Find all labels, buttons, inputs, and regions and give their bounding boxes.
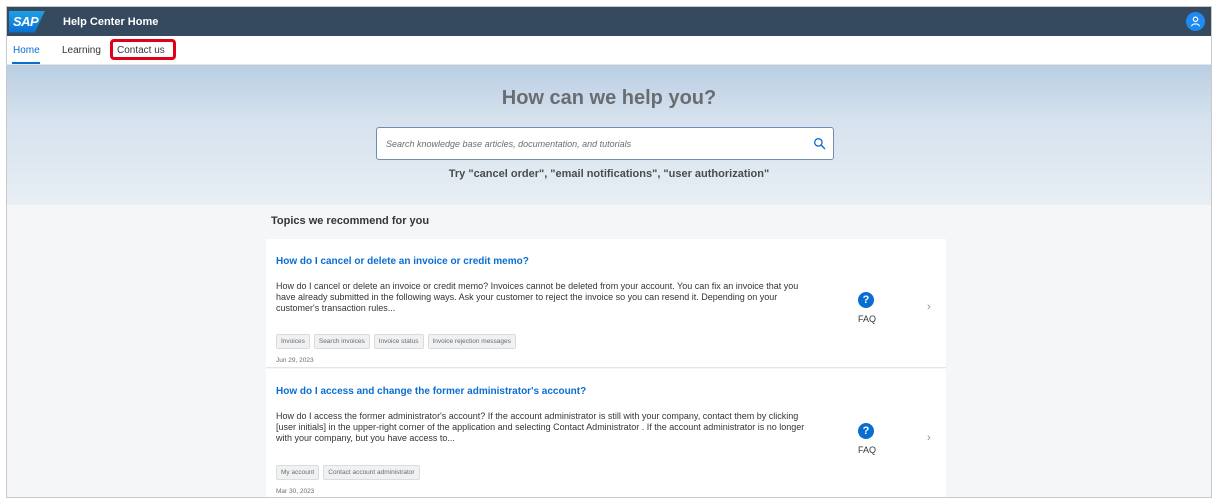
question-mark-icon: ? <box>858 423 874 439</box>
topic-tag[interactable]: Invoice status <box>373 334 424 349</box>
question-mark-icon: ? <box>858 292 874 308</box>
topic-tag[interactable]: My account <box>276 465 320 480</box>
chevron-right-icon[interactable]: › <box>927 301 931 313</box>
search-icon[interactable] <box>813 137 826 150</box>
search-suggestions: Try "cancel order", "email notifications… <box>448 168 770 180</box>
chevron-right-icon[interactable]: › <box>927 432 931 444</box>
topic-tag[interactable]: Invoice rejection messages <box>427 334 516 349</box>
tab-home-indicator <box>12 62 40 64</box>
topic-tag[interactable]: Contact account administrator <box>323 465 420 480</box>
topic-type-label: FAQ <box>858 445 877 455</box>
topic-tag[interactable]: Search invoices <box>313 334 370 349</box>
section-title: Topics we recommend for you <box>271 215 430 227</box>
topic-title[interactable]: How do I cancel or delete an invoice or … <box>276 256 529 267</box>
tab-learning[interactable]: Learning <box>62 45 101 56</box>
topic-tags: My account Contact account administrator <box>276 465 420 480</box>
tab-home[interactable]: Home <box>13 45 40 56</box>
topic-card[interactable]: How do I cancel or delete an invoice or … <box>266 239 946 368</box>
topic-date: Mar 30, 2023 <box>276 488 315 495</box>
sap-logo[interactable]: SAP <box>9 10 45 33</box>
tab-bar: Home Learning Contact us <box>7 36 1211 65</box>
sap-logo-text: SAP <box>13 14 39 29</box>
contact-us-highlight-box <box>110 39 176 60</box>
search-input[interactable] <box>377 128 797 159</box>
hero-title: How can we help you? <box>501 87 717 109</box>
topic-title[interactable]: How do I access and change the former ad… <box>276 386 586 397</box>
shell-bar: SAP Help Center Home <box>7 7 1211 36</box>
search-box <box>376 127 834 160</box>
topic-card[interactable]: How do I access and change the former ad… <box>266 369 946 497</box>
person-icon <box>1191 16 1200 27</box>
topic-date: Jun 29, 2023 <box>276 357 314 364</box>
topic-tag[interactable]: Invoices <box>276 334 310 349</box>
hero-banner: How can we help you? Try "cancel order",… <box>7 65 1211 205</box>
shell-title[interactable]: Help Center Home <box>63 16 158 28</box>
topic-excerpt: How do I cancel or delete an invoice or … <box>276 281 799 313</box>
topic-type-label: FAQ <box>858 314 877 324</box>
user-avatar[interactable] <box>1186 12 1205 31</box>
topic-excerpt: How do I access the former administrator… <box>276 411 805 443</box>
app-frame: SAP Help Center Home Home Learning Conta… <box>6 6 1212 498</box>
topic-tags: Invoices Search invoices Invoice status … <box>276 334 516 349</box>
